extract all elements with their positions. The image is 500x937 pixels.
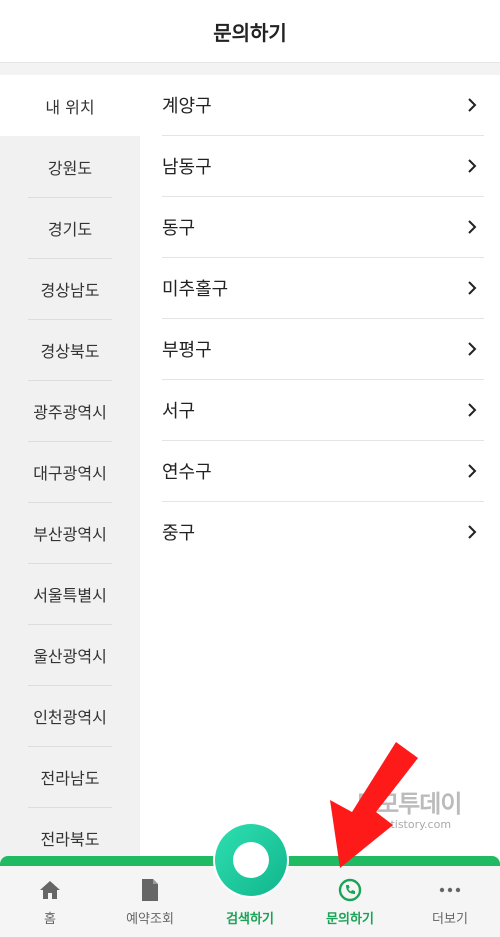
- sidebar-item-label: 울산광역시: [33, 646, 107, 666]
- district-item-namdong[interactable]: 남동구: [162, 136, 484, 197]
- sidebar-item-gyeonggi[interactable]: 경기도: [0, 197, 140, 258]
- sidebar-item-label: 대구광역시: [33, 463, 107, 483]
- district-item-yeonsu[interactable]: 연수구: [162, 441, 484, 502]
- sidebar-item-label: 경기도: [47, 219, 93, 239]
- sidebar-item-incheon[interactable]: 인천광역시: [0, 685, 140, 746]
- sidebar-item-jeonbuk[interactable]: 전라북도: [0, 807, 140, 860]
- page-title: 문의하기: [213, 20, 287, 45]
- sidebar-item-gyeongnam[interactable]: 경상남도: [0, 258, 140, 319]
- district-label: 계양구: [162, 96, 212, 117]
- sidebar-item-jeonnam[interactable]: 전라남도: [0, 746, 140, 807]
- phone-icon: [338, 878, 362, 902]
- sidebar-item-label: 광주광역시: [33, 402, 107, 422]
- document-icon: [140, 878, 160, 902]
- district-item-bupyeong[interactable]: 부평구: [162, 319, 484, 380]
- chevron-right-icon: [468, 403, 477, 417]
- district-label: 남동구: [162, 157, 212, 178]
- district-label: 중구: [162, 523, 196, 544]
- sidebar-item-daegu[interactable]: 대구광역시: [0, 441, 140, 502]
- nav-label: 예약조회: [126, 912, 174, 927]
- sidebar-item-ulsan[interactable]: 울산광역시: [0, 624, 140, 685]
- sidebar-item-label: 경상남도: [40, 280, 100, 300]
- district-label: 서구: [162, 401, 196, 422]
- header: 문의하기: [0, 0, 500, 63]
- nav-label: 검색하기: [226, 912, 274, 927]
- nav-label: 더보기: [432, 912, 468, 927]
- home-icon: [38, 878, 62, 902]
- sidebar-item-label: 전라북도: [40, 829, 100, 849]
- district-item-michuhol[interactable]: 미추홀구: [162, 258, 484, 319]
- district-item-dong[interactable]: 동구: [162, 197, 484, 258]
- sidebar-item-seoul[interactable]: 서울특별시: [0, 563, 140, 624]
- chevron-right-icon: [468, 281, 477, 295]
- sidebar-item-label: 서울특별시: [33, 585, 107, 605]
- nav-more[interactable]: 더보기: [400, 866, 500, 937]
- sidebar-item-gwangju[interactable]: 광주광역시: [0, 380, 140, 441]
- district-label: 동구: [162, 218, 196, 239]
- district-label: 부평구: [162, 340, 212, 361]
- district-item-seo[interactable]: 서구: [162, 380, 484, 441]
- watermark: 모모투데이 pjhhh.tistory.com: [356, 790, 496, 831]
- district-item-jung[interactable]: 중구: [162, 502, 484, 562]
- sidebar-item-label: 강원도: [47, 158, 93, 178]
- chevron-right-icon: [468, 159, 477, 173]
- chevron-right-icon: [468, 525, 477, 539]
- nav-home[interactable]: 홈: [0, 866, 100, 937]
- chevron-right-icon: [468, 342, 477, 356]
- header-divider: [0, 63, 500, 75]
- sidebar-item-my-location[interactable]: 내 위치: [0, 75, 140, 136]
- nav-label: 문의하기: [326, 912, 374, 927]
- search-ring-icon: [215, 824, 287, 896]
- sidebar-item-gangwon[interactable]: 강원도: [0, 136, 140, 197]
- search-fab-button[interactable]: [213, 822, 289, 898]
- sidebar-item-busan[interactable]: 부산광역시: [0, 502, 140, 563]
- sidebar-item-gyeongbuk[interactable]: 경상북도: [0, 319, 140, 380]
- district-label: 연수구: [162, 462, 212, 483]
- sidebar-item-label: 전라남도: [40, 768, 100, 788]
- sidebar-item-label: 내 위치: [45, 97, 95, 117]
- district-item-gyeyang[interactable]: 계양구: [162, 75, 484, 136]
- chevron-right-icon: [468, 464, 477, 478]
- more-icon: [438, 878, 462, 902]
- sidebar-item-label: 인천광역시: [33, 707, 107, 727]
- district-label: 미추홀구: [162, 279, 229, 300]
- chevron-right-icon: [468, 220, 477, 234]
- watermark-title: 모모투데이: [356, 790, 462, 818]
- watermark-url: pjhhh.tistory.com: [356, 818, 452, 831]
- nav-label: 홈: [44, 912, 56, 927]
- nav-reservation[interactable]: 예약조회: [100, 866, 200, 937]
- chevron-right-icon: [468, 98, 477, 112]
- nav-inquiry[interactable]: 문의하기: [300, 866, 400, 937]
- sidebar-item-label: 경상북도: [40, 341, 100, 361]
- sidebar-item-label: 부산광역시: [33, 524, 107, 544]
- district-list: 계양구 남동구 동구 미추홀구 부평구 서구 연수구 중구: [140, 75, 500, 775]
- region-sidebar: 내 위치 강원도 경기도 경상남도 경상북도 광주광역시 대구광역시 부산광역시…: [0, 75, 140, 860]
